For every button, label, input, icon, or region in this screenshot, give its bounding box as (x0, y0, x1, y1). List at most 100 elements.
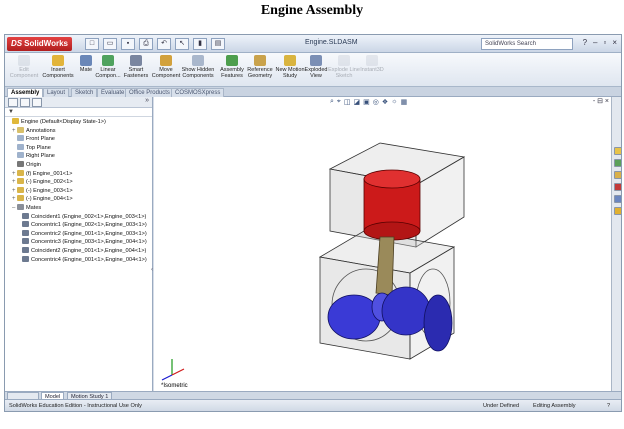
ribbon-button-label: Reference Geometry (247, 67, 273, 79)
ribbon-command-icon (102, 55, 114, 66)
quick-access-toolbar: □ ▭ ▪ ⎙ ↶ ↖ ▮ ▤ (85, 38, 225, 50)
ribbon-command-icon (284, 55, 296, 66)
close-button[interactable]: × (612, 38, 617, 47)
graphics-area[interactable]: ⌕ ⌖ ◫ ◪ ▣ ◎ ❖ ☼ ▦ - ⊟ × *Isometric (154, 97, 611, 391)
ribbon-command-icon (160, 55, 172, 66)
crank-web-left (327, 294, 381, 340)
logo-prefix: DS (11, 39, 23, 48)
tree-item-label: Concentric1 (Engine_002<1>,Engine_003<1>… (31, 222, 147, 229)
ribbon-button-smart-fasteners[interactable]: Smart Fasteners (119, 55, 153, 85)
tree-node-icon (12, 118, 19, 124)
tree-node-icon (22, 238, 29, 245)
tree-node-icon (17, 204, 24, 210)
maximize-button[interactable]: ▫ (603, 38, 606, 47)
ribbon-button-reference-geometry[interactable]: Reference Geometry (243, 55, 277, 85)
tree-item-label: (-) Engine_002<1> (26, 179, 73, 186)
ribbon-button-label: Show Hidden Components (181, 67, 215, 79)
model-tabs: Model Motion Study 1 (5, 391, 621, 400)
save-icon[interactable]: ▪ (121, 38, 135, 50)
ribbon-button-label: Instant3D (360, 67, 384, 73)
rebuild-icon[interactable]: ▮ (193, 38, 207, 50)
tab-office-products[interactable]: Office Products (125, 88, 174, 97)
tree-item-label: Concentric4 (Engine_001<1>,Engine_004<1>… (31, 256, 147, 263)
minimize-button[interactable]: – (593, 38, 597, 47)
ribbon-button-instant3d[interactable]: Instant3D (355, 55, 389, 85)
command-manager-tabs: Assembly Layout Sketch Evaluate Office Produ… (5, 87, 621, 97)
tree-node-icon (22, 229, 29, 236)
document-title: Engine.SLDASM (305, 39, 358, 46)
ribbon-command-icon (366, 55, 378, 66)
tree-node-icon (17, 161, 24, 167)
panel-expand-icon[interactable]: » (145, 97, 149, 104)
feature-manager-tabs: » (5, 97, 152, 108)
tree-node-icon (22, 255, 29, 262)
tree-item-label: (-) Engine_004<1> (26, 196, 73, 203)
tab-evaluate[interactable]: Evaluate (97, 88, 129, 97)
tree-node-icon (17, 143, 24, 150)
solidworks-window: DS SolidWorks □ ▭ ▪ ⎙ ↶ ↖ ▮ ▤ Engine.SLDA… (4, 34, 622, 412)
tree-item-label: Annotations (26, 127, 56, 134)
tab-layout[interactable]: Layout (43, 88, 70, 97)
status-edition-text: SolidWorks Education Edition - Instructi… (9, 403, 142, 409)
piston-crown (363, 169, 421, 189)
new-document-icon[interactable]: □ (85, 38, 99, 50)
tab-assembly[interactable]: Assembly (7, 88, 44, 97)
ribbon-command-icon (130, 55, 142, 66)
ribbon-button-label: Linear Compon... (95, 67, 121, 79)
tree-item-label: Engine (Default<Display State-1>) (21, 119, 106, 125)
tab-cosmosxpress[interactable]: COSMOSXpress (171, 88, 225, 97)
ribbon-button-move-component[interactable]: Move Component (149, 55, 183, 85)
tree-node-icon (17, 135, 24, 142)
select-icon[interactable]: ↖ (175, 38, 189, 50)
ribbon-command-icon (310, 55, 322, 66)
tree-node-icon (17, 195, 24, 202)
ribbon-button-edit-component[interactable]: Edit Component (7, 55, 41, 85)
search-input[interactable]: SolidWorks Search (481, 38, 573, 50)
engine-model[interactable] (154, 97, 611, 391)
tree-node-icon (17, 169, 24, 176)
feature-tree-tab-icon[interactable] (8, 98, 18, 107)
ribbon-command-icon (338, 55, 350, 66)
tree-item-label: Front Plane (26, 136, 55, 143)
view-palette-icon[interactable] (614, 195, 621, 203)
print-icon[interactable]: ⎙ (139, 38, 153, 50)
logo-text: SolidWorks (24, 39, 68, 48)
configuration-tab-icon[interactable] (32, 98, 42, 107)
undo-icon[interactable]: ↶ (157, 38, 171, 50)
file-explorer-icon[interactable] (614, 171, 621, 179)
resources-icon[interactable] (614, 147, 621, 155)
tree-item-label: Right Plane (26, 153, 55, 160)
tree-item-label: Coincident2 (Engine_001<1>,Engine_004<1>… (31, 248, 147, 254)
tree-node-icon (22, 221, 29, 228)
tree-node-icon (17, 152, 24, 159)
tree-item-label: Coincident1 (Engine_002<1>,Engine_003<1>… (31, 213, 147, 220)
ribbon-button-label: Smart Fasteners (123, 67, 149, 79)
tree-item-label: (f) Engine_001<1> (26, 170, 73, 177)
ribbon-command-icon (254, 55, 266, 66)
solidworks-logo[interactable]: DS SolidWorks (7, 37, 72, 51)
ribbon-button-show-hidden-components[interactable]: Show Hidden Components (181, 55, 215, 85)
options-icon[interactable]: ▤ (211, 38, 225, 50)
ribbon-command-icon (192, 55, 204, 66)
status-defined: Under Defined (483, 403, 520, 409)
design-library-icon[interactable] (614, 159, 621, 167)
tree-node-icon (22, 212, 29, 219)
tree-item[interactable]: Concentric4 (Engine_001<1>,Engine_004<1>… (17, 255, 147, 265)
ribbon-button-label: Edit Component (9, 67, 39, 79)
appearances-icon[interactable] (614, 207, 621, 215)
tree-filter[interactable]: ▼ (5, 108, 152, 117)
view-triad (161, 359, 185, 381)
window-buttons: ? – ▫ × (583, 38, 617, 47)
help-icon[interactable]: ? (583, 38, 587, 47)
tree-node-icon (17, 178, 24, 185)
open-folder-icon[interactable]: ▭ (103, 38, 117, 50)
status-help-icon[interactable]: ? (607, 400, 610, 411)
command-manager: Edit Component Insert Components Mate Linea… (5, 53, 621, 87)
status-bar: SolidWorks Education Edition - Instructi… (5, 399, 621, 411)
property-manager-tab-icon[interactable] (20, 98, 30, 107)
search-results-icon[interactable] (614, 183, 621, 191)
tab-sketch[interactable]: Sketch (71, 88, 98, 97)
tree-node-icon (17, 186, 24, 193)
tree-item-label: Origin (26, 162, 41, 168)
tree-node-icon (17, 126, 24, 133)
